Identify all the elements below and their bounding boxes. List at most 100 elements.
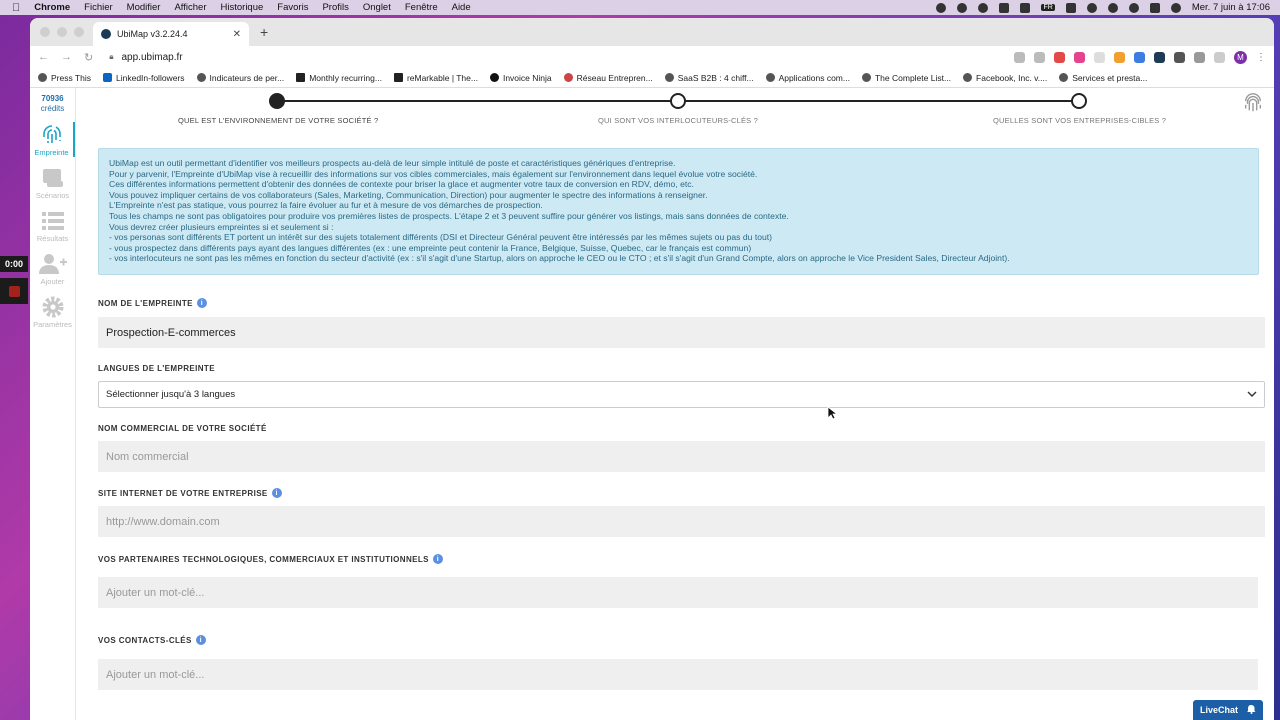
sidebar-item-empreinte[interactable]: Empreinte (30, 122, 75, 157)
bookmark-item[interactable]: LinkedIn-followers (103, 73, 185, 83)
bluetooth-icon[interactable] (1020, 2, 1031, 13)
step-1-label[interactable]: QUEL EST L'ENVIRONNEMENT DE VOTRE SOCIÉT… (178, 116, 378, 125)
website-label: SITE INTERNET DE VOTRE ENTREPRISE i (98, 488, 282, 498)
step-3-dot[interactable] (1071, 93, 1087, 109)
linkedin-icon (103, 73, 112, 82)
close-tab-icon[interactable]: ✕ (233, 29, 241, 40)
side-panel-icon[interactable] (1214, 52, 1225, 63)
menu-historique[interactable]: Historique (221, 2, 264, 13)
remarkable-icon (393, 73, 403, 82)
sidebar-item-label: Empreinte (34, 148, 69, 157)
extension-orange-icon[interactable] (1114, 52, 1125, 63)
empreinte-name-input[interactable] (98, 317, 1265, 348)
sidebar-item-resultats[interactable]: Résultats (30, 208, 75, 243)
browser-menu-icon[interactable]: ⋮ (1256, 52, 1266, 63)
bookmark-item[interactable]: Facebook, Inc. v.... (963, 73, 1047, 83)
step-2-label[interactable]: QUI SONT VOS INTERLOCUTEURS-CLÉS ? (598, 116, 758, 125)
stop-recording-button[interactable] (0, 278, 28, 304)
bookmark-favicon-icon (765, 73, 775, 82)
step-3-label[interactable]: QUELLES SONT VOS ENTREPRISES-CIBLES ? (993, 116, 1166, 125)
apple-menu-icon[interactable]:  (12, 2, 20, 14)
menu-favoris[interactable]: Favoris (277, 2, 308, 13)
step-2-dot[interactable] (670, 93, 686, 109)
bookmark-item[interactable]: Réseau Entrepren... (563, 73, 653, 83)
siri-icon[interactable] (1170, 2, 1181, 13)
share-icon[interactable] (1014, 52, 1025, 63)
bookmark-item[interactable]: Press This (38, 73, 91, 83)
tab-title: UbiMap v3.2.24.4 (117, 29, 188, 39)
address-bar[interactable]: app.ubimap.fr (121, 52, 182, 63)
bookmark-item[interactable]: Invoice Ninja (489, 73, 552, 83)
step-1-dot[interactable] (269, 93, 285, 109)
mute-icon[interactable] (999, 2, 1010, 13)
adblock-icon[interactable] (1054, 52, 1065, 63)
bookmark-star-icon[interactable] (1034, 52, 1045, 63)
sidebar-item-parametres[interactable]: Paramètres (30, 294, 75, 329)
forward-icon[interactable]: → (61, 51, 72, 63)
menu-chrome[interactable]: Chrome (34, 2, 70, 13)
bookmark-item[interactable]: Applications com... (765, 73, 850, 83)
menu-profils[interactable]: Profils (322, 2, 348, 13)
bookmark-label: Monthly recurring... (309, 72, 382, 83)
tab-bar: UbiMap v3.2.24.4 ✕ + (30, 18, 1274, 46)
menubar-datetime[interactable]: Mer. 7 juin à 17:06 (1192, 2, 1270, 13)
keyboard-layout-badge[interactable]: FR (1041, 4, 1055, 11)
extensions-puzzle-icon[interactable] (1174, 52, 1185, 63)
partners-label: VOS PARTENAIRES TECHNOLOGIQUES, COMMERCI… (98, 554, 443, 564)
contacts-label: VOS CONTACTS-CLÉS i (98, 635, 206, 645)
bookmark-item[interactable]: Indicateurs de per... (196, 73, 284, 83)
info-icon[interactable]: i (432, 554, 443, 564)
bookmark-item[interactable]: The Complete List... (861, 73, 951, 83)
extension-blue-icon[interactable] (1134, 52, 1145, 63)
sidebar-item-ajouter[interactable]: Ajouter (30, 251, 75, 286)
extension-pin-icon[interactable] (1194, 52, 1205, 63)
lock-icon[interactable]: 🔒︎ (109, 52, 113, 62)
extension-pink-icon[interactable] (1074, 52, 1085, 63)
company-name-input[interactable] (98, 441, 1265, 472)
minimize-window-button[interactable] (57, 27, 67, 37)
profile-avatar[interactable]: M (1234, 51, 1247, 64)
time-machine-icon[interactable] (1107, 2, 1118, 13)
browser-tab[interactable]: UbiMap v3.2.24.4 ✕ (93, 22, 249, 46)
new-tab-button[interactable]: + (260, 24, 268, 40)
info-icon[interactable]: i (271, 488, 282, 498)
contacts-keyword-input[interactable] (98, 659, 1258, 690)
sidebar-item-scenarios[interactable]: Scénarios (30, 165, 75, 200)
info-icon[interactable]: i (196, 298, 207, 308)
zoom-window-button[interactable] (74, 27, 84, 37)
info-icon[interactable]: i (195, 635, 206, 645)
bookmark-item[interactable]: SaaS B2B : 4 chiff... (664, 73, 754, 83)
ubimap-favicon (101, 29, 111, 39)
bookmark-item[interactable]: Services et presta... (1059, 73, 1147, 83)
wifi-icon[interactable] (1086, 2, 1097, 13)
menu-aide[interactable]: Aide (452, 2, 471, 13)
creative-cloud-icon[interactable] (936, 2, 947, 13)
reload-icon[interactable]: ↻ (84, 51, 93, 64)
bookmark-item[interactable]: Monthly recurring... (296, 73, 382, 83)
field-label-text: VOS PARTENAIRES TECHNOLOGIQUES, COMMERCI… (98, 554, 429, 564)
back-icon[interactable]: ← (38, 51, 49, 63)
extension-ubimap-icon[interactable] (1154, 52, 1165, 63)
list-icon (30, 208, 75, 234)
bookmark-label: reMarkable | The... (406, 72, 478, 83)
menu-fenetre[interactable]: Fenêtre (405, 2, 438, 13)
incognito-icon[interactable] (957, 2, 968, 13)
menu-modifier[interactable]: Modifier (127, 2, 161, 13)
menu-afficher[interactable]: Afficher (174, 2, 206, 13)
settings-status-icon[interactable] (978, 2, 989, 13)
status-area: FR Mer. 7 juin à 17:06 (936, 0, 1270, 15)
menu-fichier[interactable]: Fichier (84, 2, 113, 13)
battery-icon[interactable] (1065, 2, 1076, 13)
livechat-button[interactable]: LiveChat (1193, 700, 1263, 720)
control-center-icon[interactable] (1149, 2, 1160, 13)
spotlight-search-icon[interactable] (1128, 2, 1139, 13)
stop-icon (8, 285, 20, 297)
bookmark-item[interactable]: reMarkable | The... (393, 72, 478, 83)
field-label-text: NOM DE L'EMPREINTE (98, 298, 193, 308)
website-input[interactable] (98, 506, 1265, 537)
languages-select[interactable]: Sélectionner jusqu'à 3 langues (98, 381, 1265, 408)
menu-onglet[interactable]: Onglet (363, 2, 391, 13)
close-window-button[interactable] (40, 27, 50, 37)
extension-circle-icon[interactable] (1094, 52, 1105, 63)
partners-keyword-input[interactable] (98, 577, 1258, 608)
